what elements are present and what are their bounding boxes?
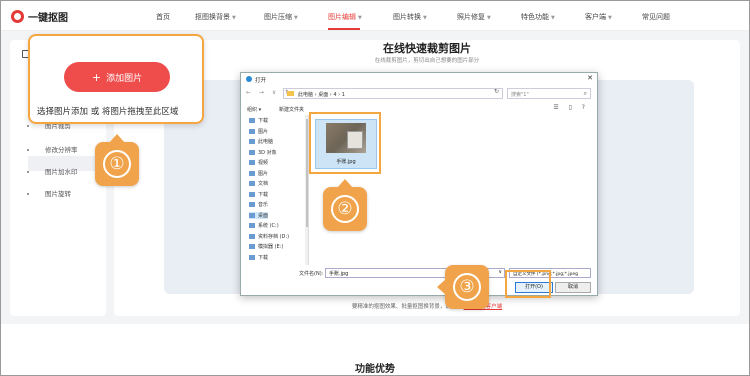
address-bar: ← → ∨ ↑ 此电脑 › 桌面 › 4 › 1 ↻ 搜索"1" ⌕	[241, 86, 597, 101]
tree-item[interactable]: 图片	[249, 128, 268, 135]
folder-icon	[249, 160, 255, 165]
nav-item-repair[interactable]: 照片修复 ▼	[457, 12, 491, 22]
step-3-badge: ③	[437, 265, 489, 309]
search-input[interactable]: 搜索"1" ⌕	[507, 88, 591, 99]
dialog-title: 打开	[255, 78, 267, 84]
folder-icon	[249, 254, 255, 260]
nav-item-edit[interactable]: 图片编辑 ▼	[328, 12, 362, 22]
tree-item[interactable]: 桌面	[249, 211, 269, 219]
folder-icon	[249, 202, 255, 207]
nav-item-faq[interactable]: 常见问题	[642, 12, 670, 22]
nav-item-cutout[interactable]: 抠图换背景 ▼	[195, 12, 236, 22]
search-icon: ⌕	[583, 90, 587, 97]
folder-icon	[249, 139, 255, 144]
section-title: 功能优势	[355, 364, 395, 375]
logo-icon	[11, 10, 24, 23]
folder-icon	[249, 233, 255, 239]
tree-item[interactable]: 资料存档 (D:)	[249, 233, 289, 240]
download-note: 要精准的抠图效果、批量抠图换背景，请下载 一键抠图客户端	[114, 302, 740, 310]
file-open-dialog: 打开 ✕ ← → ∨ ↑ 此电脑 › 桌面 › 4 › 1 ↻ 搜索"1" ⌕ …	[240, 72, 598, 296]
tree-item[interactable]: 音乐	[249, 201, 268, 208]
new-folder-button[interactable]: 新建文件夹	[279, 106, 304, 113]
tree-item[interactable]: 图片	[249, 170, 268, 177]
dialog-toolbar: 组织 ▾ 新建文件夹 ☰ ▯ ?	[241, 103, 597, 114]
folder-tree: 下载 图片 此电脑 3D 对象 视频 图片 文档 下载 音乐 桌面 系统 (C:) 资料存档 (D:)…	[245, 115, 309, 265]
chevron-down-icon: ▼	[608, 15, 612, 21]
logo-text: 一键抠图	[28, 13, 68, 24]
refresh-icon[interactable]: ↻	[494, 88, 499, 95]
chevron-down-icon: ▼	[232, 15, 236, 21]
chevron-down-icon: ▼	[358, 15, 362, 21]
tree-item-label: 系统 (C:)	[258, 223, 279, 229]
sidebar-item-resolution[interactable]: 修改分辨率	[27, 144, 78, 154]
dialog-titlebar: 打开 ✕	[241, 73, 597, 85]
tree-item[interactable]: 3D 对象	[249, 149, 277, 156]
sidebar-item-watermark[interactable]: 图片加水印	[27, 166, 78, 176]
chevron-down-icon: ▼	[551, 15, 555, 21]
tree-item-label: 图片	[258, 128, 269, 135]
folder-icon	[249, 212, 255, 218]
step-2-badge: ②	[323, 179, 367, 231]
folder-icon	[249, 244, 255, 249]
chevron-down-icon: ▼	[423, 15, 427, 21]
tree-item-label: 视频	[258, 160, 269, 166]
folder-icon	[249, 191, 255, 197]
plus-icon: +	[91, 70, 102, 84]
folder-icon	[249, 118, 255, 123]
tree-item[interactable]: 视频	[249, 159, 268, 166]
tree-item[interactable]: 系统 (C:)	[249, 222, 279, 229]
tree-item-label: 文档	[258, 181, 269, 187]
folder-icon	[249, 223, 255, 228]
nav-item-client[interactable]: 客户端 ▼	[585, 12, 612, 22]
tree-item-label: 下载	[258, 118, 269, 124]
chevron-down-icon: ▼	[487, 15, 491, 21]
tree-item-label: 下载	[258, 254, 269, 261]
upload-hint: 选择图片添加 或 将图片拖拽至此区域	[37, 107, 179, 117]
page-subtitle: 在线裁剪图片，剪切出自己想要的图片部分	[374, 58, 480, 64]
nav-item-home[interactable]: 首页	[156, 12, 170, 22]
chevron-down-icon[interactable]: ∨	[498, 269, 502, 275]
tree-item[interactable]: 文档	[249, 180, 268, 187]
tree-item-label: 3D 对象	[258, 149, 277, 156]
tree-item[interactable]: 下载	[249, 254, 268, 261]
tree-item[interactable]: 模拟器 (E:)	[249, 243, 283, 250]
organize-button[interactable]: 组织 ▾	[247, 106, 261, 113]
view-options-icon[interactable]: ☰ ▯ ?	[553, 104, 589, 111]
tree-item-label: 桌面	[258, 212, 269, 219]
close-icon[interactable]: ✕	[587, 74, 593, 82]
step-1-badge: ①	[95, 134, 139, 186]
sidebar-item-rotate[interactable]: 图片旋转	[27, 188, 71, 198]
chevron-down-icon: ▼	[294, 15, 298, 21]
nav-item-compress[interactable]: 图片压缩 ▼	[264, 12, 298, 22]
folder-icon	[249, 181, 255, 186]
folder-icon	[249, 128, 255, 134]
nav-item-special[interactable]: 特色功能 ▼	[521, 12, 555, 22]
tree-item[interactable]: 下载	[249, 117, 268, 124]
site-logo[interactable]: 一键抠图	[11, 9, 68, 24]
tree-item[interactable]: 下载	[249, 191, 268, 198]
add-image-button[interactable]: + 添加图片	[64, 62, 170, 92]
page-title: 在线快速裁剪图片	[383, 42, 471, 55]
open-button-highlight	[505, 270, 551, 298]
tree-item-label: 此电脑	[258, 139, 274, 145]
address-path[interactable]: 此电脑 › 桌面 › 4 › 1	[283, 88, 503, 99]
add-image-card: + 添加图片 选择图片添加 或 将图片拖拽至此区域	[28, 34, 204, 124]
tree-item-label: 下载	[258, 191, 269, 198]
browser-icon	[246, 76, 252, 82]
tree-item[interactable]: 此电脑	[249, 138, 273, 145]
tree-item-label: 模拟器 (E:)	[258, 244, 284, 250]
tree-item-label: 音乐	[258, 202, 269, 208]
tree-item-label: 图片	[258, 170, 269, 177]
filename-label: 文件名(N):	[299, 271, 324, 277]
nav-item-convert[interactable]: 图片转换 ▼	[393, 12, 427, 22]
cancel-button[interactable]: 取消	[555, 282, 591, 293]
nav-active-indicator	[328, 28, 360, 30]
folder-icon	[249, 149, 255, 155]
folder-icon	[249, 170, 255, 176]
file-highlight	[309, 112, 381, 174]
folder-icon	[287, 91, 294, 96]
tree-item-label: 资料存档 (D:)	[258, 233, 290, 240]
top-header: 一键抠图 首页 抠图换背景 ▼ 图片压缩 ▼ 图片编辑 ▼ 图片转换 ▼ 照片修复 ▼ 特…	[1, 1, 749, 31]
